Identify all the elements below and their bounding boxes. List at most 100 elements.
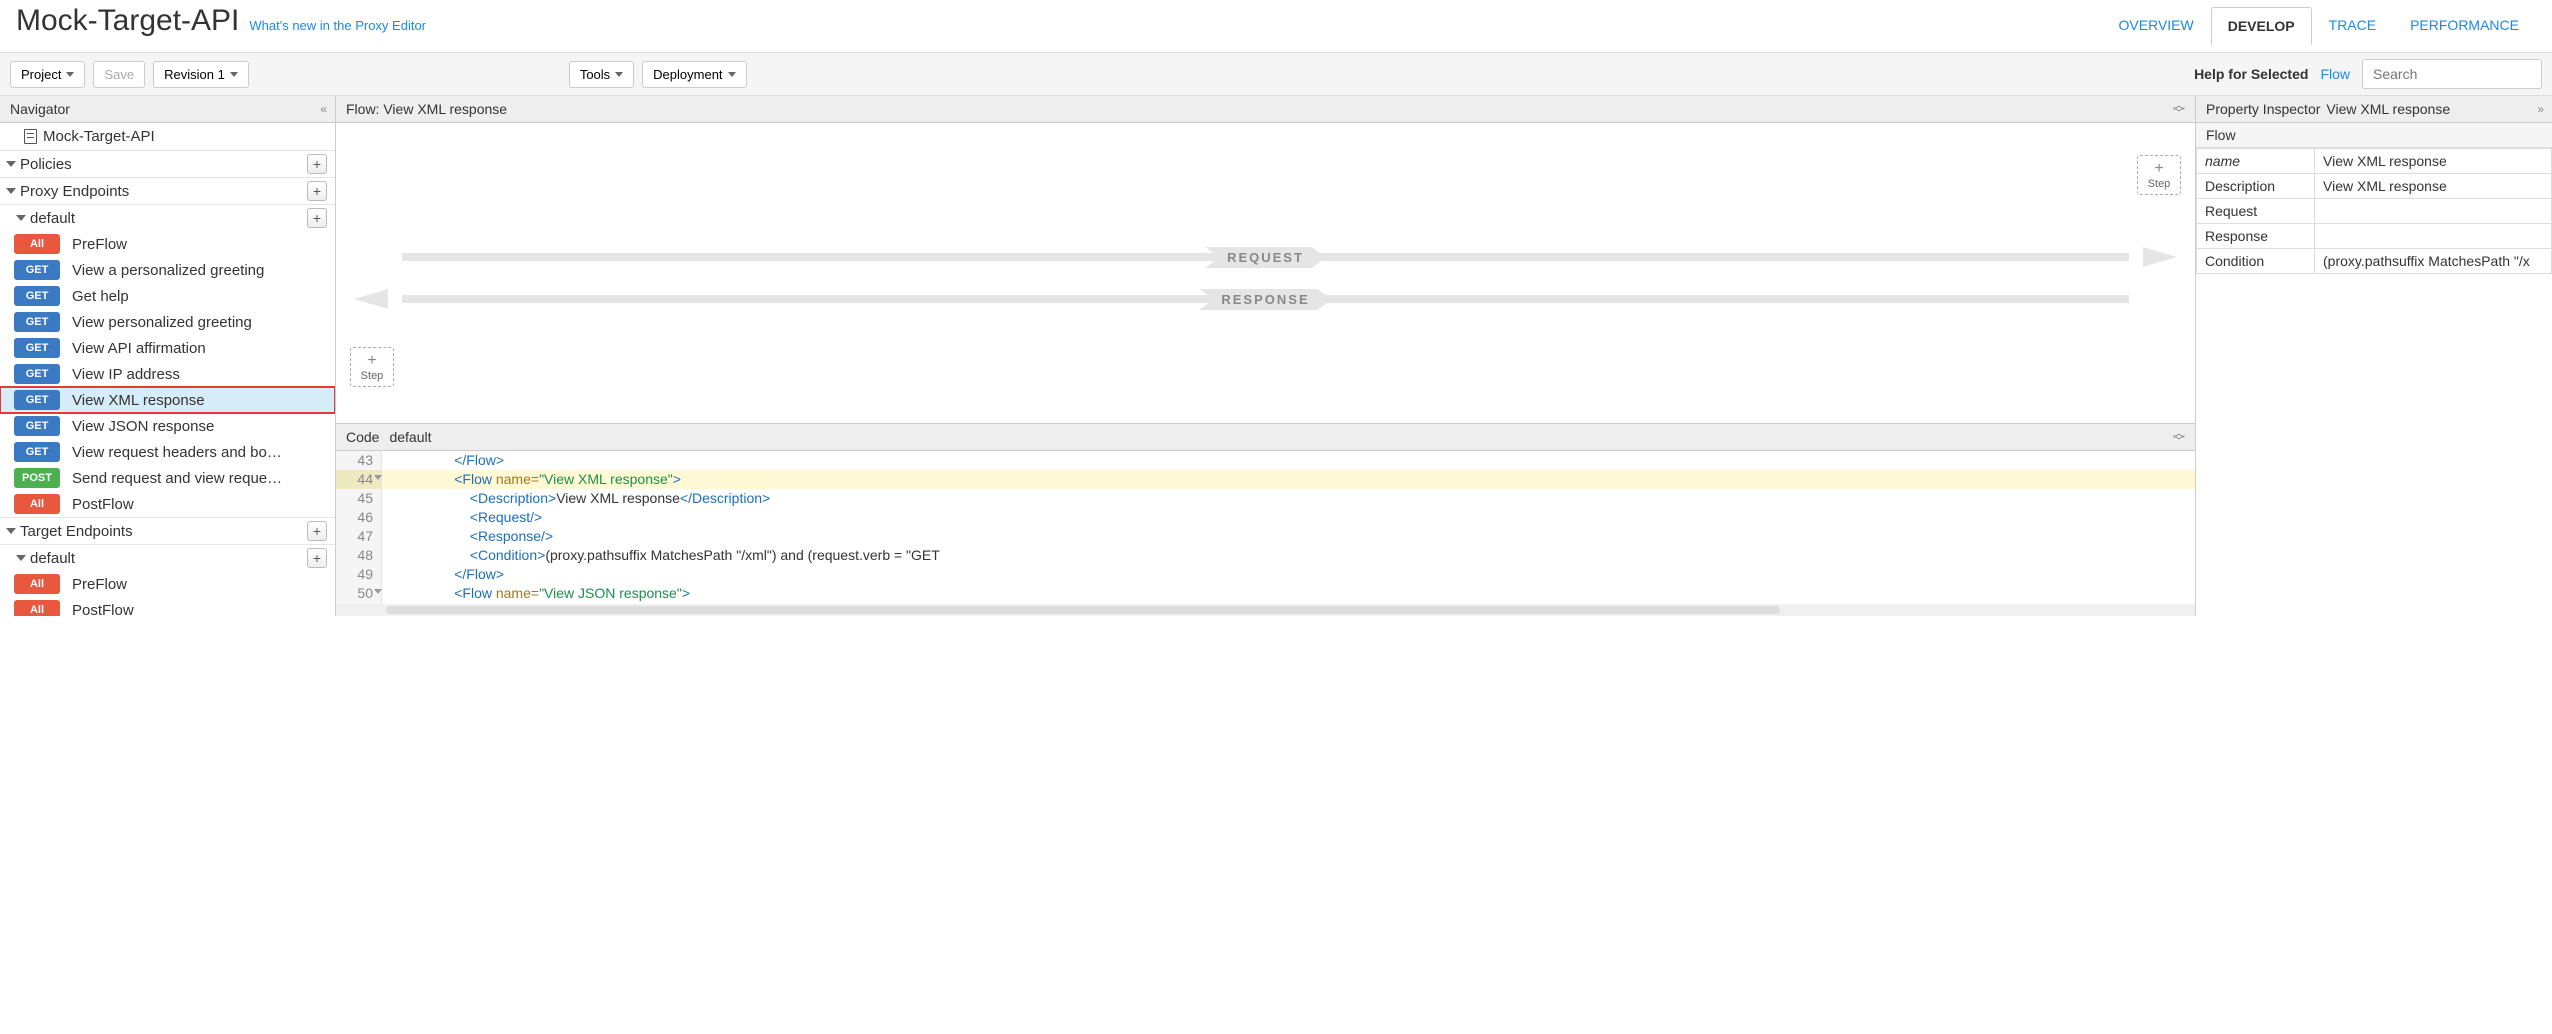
collapse-icon[interactable]: « (320, 102, 325, 116)
property-value[interactable] (2315, 199, 2552, 224)
method-badge: GET (14, 260, 60, 280)
flow-item[interactable]: All PostFlow (0, 597, 335, 616)
flow-label: PreFlow (72, 576, 127, 593)
flow-item[interactable]: POSTSend request and view reque… (0, 465, 335, 491)
method-badge: GET (14, 442, 60, 462)
code-line[interactable]: <Description>View XML response</Descript… (382, 489, 2195, 508)
tab-performance[interactable]: PERFORMANCE (2393, 6, 2536, 44)
page-title: Mock-Target-API (16, 4, 239, 38)
code-line[interactable]: </Flow> (382, 451, 2195, 470)
line-number: 45 (336, 489, 382, 508)
flow-item[interactable]: AllPostFlow (0, 491, 335, 517)
default-label: default (30, 210, 75, 227)
method-badge: POST (14, 468, 60, 488)
line-number: 49 (336, 565, 382, 584)
line-number: 47 (336, 527, 382, 546)
property-value[interactable]: View XML response (2315, 149, 2552, 174)
property-value[interactable]: (proxy.pathsuffix MatchesPath "/x (2315, 249, 2552, 274)
add-target-endpoint-button[interactable]: + (307, 521, 327, 541)
method-badge: GET (14, 312, 60, 332)
arrow-right-icon (2143, 247, 2177, 267)
flow-label: View request headers and bo… (72, 444, 282, 461)
property-label: Condition (2197, 249, 2315, 274)
plus-icon: + (367, 352, 376, 370)
code-line[interactable]: <Response/> (382, 527, 2195, 546)
flow-item[interactable]: GETView XML response (0, 387, 335, 413)
property-label: Request (2197, 199, 2315, 224)
flow-label: PreFlow (72, 236, 127, 253)
triangle-down-icon (6, 161, 16, 167)
help-flow-link[interactable]: Flow (2320, 66, 2350, 82)
tab-develop[interactable]: DEVELOP (2211, 7, 2312, 45)
horizontal-scrollbar[interactable] (336, 604, 2195, 616)
project-dropdown[interactable]: Project (10, 61, 85, 88)
flow-label: View XML response (72, 392, 205, 409)
flow-item[interactable]: GETView API affirmation (0, 335, 335, 361)
deployment-dropdown[interactable]: Deployment (642, 61, 746, 88)
property-row: nameView XML response (2197, 149, 2552, 174)
method-badge: All (14, 600, 60, 616)
code-line[interactable]: </Flow> (382, 565, 2195, 584)
flow-item[interactable]: GET View request headers and bo… (0, 439, 335, 465)
inspector-section-label: Flow (2196, 123, 2552, 148)
flow-item[interactable]: GETView JSON response (0, 413, 335, 439)
add-request-step-button[interactable]: + Step (2137, 155, 2181, 195)
request-badge: REQUEST (1205, 247, 1326, 268)
add-proxy-endpoint-button[interactable]: + (307, 181, 327, 201)
property-label: Response (2197, 224, 2315, 249)
code-line[interactable]: <Request/> (382, 508, 2195, 527)
proxy-endpoints-section[interactable]: Proxy Endpoints + (0, 177, 335, 204)
whats-new-link[interactable]: What's new in the Proxy Editor (249, 18, 426, 33)
method-badge: GET (14, 416, 60, 436)
revision-label: Revision 1 (164, 67, 225, 82)
flow-item[interactable]: GETView a personalized greeting (0, 257, 335, 283)
add-flow-button[interactable]: + (307, 208, 327, 228)
flow-label: PostFlow (72, 602, 134, 617)
flow-item[interactable]: AllPreFlow (0, 571, 335, 597)
target-endpoints-section[interactable]: Target Endpoints + (0, 517, 335, 544)
line-number: 46 (336, 508, 382, 527)
flow-label: Get help (72, 288, 129, 305)
code-line[interactable]: <Condition>(proxy.pathsuffix MatchesPath… (382, 546, 2195, 565)
property-row: DescriptionView XML response (2197, 174, 2552, 199)
tools-label: Tools (580, 67, 610, 82)
revision-dropdown[interactable]: Revision 1 (153, 61, 249, 88)
flow-item[interactable]: GETView personalized greeting (0, 309, 335, 335)
code-editor[interactable]: 43 </Flow>44 <Flow name="View XML respon… (336, 451, 2195, 604)
caret-down-icon (615, 72, 623, 77)
method-badge: All (14, 494, 60, 514)
response-badge: RESPONSE (1199, 289, 1331, 310)
add-policy-button[interactable]: + (307, 154, 327, 174)
property-value[interactable]: View XML response (2315, 174, 2552, 199)
proxy-default-endpoint[interactable]: default + (0, 204, 335, 231)
flow-item[interactable]: All PreFlow (0, 231, 335, 257)
code-line[interactable]: <Flow name="View XML response"> (382, 470, 2195, 489)
step-label: Step (2148, 178, 2171, 190)
caret-down-icon (230, 72, 238, 77)
proxy-root-item[interactable]: Mock-Target-API (0, 123, 335, 150)
search-input[interactable] (2362, 59, 2542, 89)
expand-icon[interactable]: » (2537, 102, 2542, 116)
default-label: default (30, 550, 75, 567)
add-response-step-button[interactable]: + Step (350, 347, 394, 387)
flow-label: View API affirmation (72, 340, 206, 357)
help-label: Help for Selected (2194, 66, 2308, 82)
collapse-vertical-icon[interactable]: ︿﹀ (2173, 429, 2185, 445)
tools-dropdown[interactable]: Tools (569, 61, 634, 88)
tab-trace[interactable]: TRACE (2312, 6, 2393, 44)
target-endpoints-label: Target Endpoints (20, 523, 133, 540)
property-value[interactable] (2315, 224, 2552, 249)
method-badge: All (14, 234, 60, 254)
flow-title: Flow: View XML response (346, 101, 507, 117)
target-default-endpoint[interactable]: default + (0, 544, 335, 571)
code-line[interactable]: <Flow name="View JSON response"> (382, 584, 2195, 603)
policies-section[interactable]: Policies + (0, 150, 335, 177)
collapse-vertical-icon[interactable]: ︿﹀ (2173, 101, 2185, 117)
save-button[interactable]: Save (93, 61, 145, 88)
tab-overview[interactable]: OVERVIEW (2102, 6, 2211, 44)
flow-item[interactable]: GETView IP address (0, 361, 335, 387)
navigator-title: Navigator (10, 101, 70, 117)
flow-item[interactable]: GETGet help (0, 283, 335, 309)
add-target-flow-button[interactable]: + (307, 548, 327, 568)
code-line[interactable]: <Description>View JSON response</Descrip… (382, 603, 2195, 604)
